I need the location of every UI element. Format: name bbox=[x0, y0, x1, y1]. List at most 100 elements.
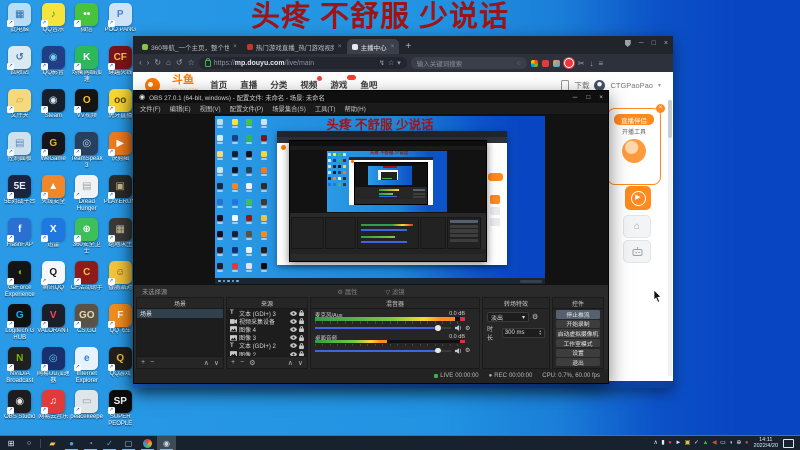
desktop-icon[interactable]: ↺ 回收站 bbox=[3, 46, 37, 89]
windows-grid-icon[interactable] bbox=[530, 59, 538, 67]
taskbar-search-icon[interactable]: ○ bbox=[20, 436, 38, 450]
desktop-icon[interactable]: GO CS:GO bbox=[70, 304, 104, 347]
remove-source-button[interactable]: − bbox=[240, 359, 244, 366]
window-maximize-button[interactable]: □ bbox=[652, 40, 656, 47]
tray-icon[interactable]: ⊕ bbox=[736, 440, 741, 446]
desktop-icon[interactable]: G Logitech G HUB bbox=[3, 304, 37, 347]
quick-access-icon[interactable]: ↯ bbox=[379, 59, 385, 67]
visibility-icon[interactable] bbox=[290, 310, 297, 316]
desktop-icon[interactable]: ⊕ 360安全卫士 bbox=[70, 218, 104, 261]
username[interactable]: CTGPaoPao bbox=[610, 81, 653, 90]
desktop-icon[interactable]: ◉ Steam bbox=[37, 89, 71, 132]
home-icon[interactable]: ⌂ bbox=[166, 59, 171, 67]
avatar[interactable] bbox=[594, 79, 606, 91]
douyu-logo-text[interactable]: 斗鱼 bbox=[172, 75, 198, 86]
taskbar-app-icon[interactable]: ✓ bbox=[100, 436, 119, 450]
scene-down-button[interactable]: ∨ bbox=[214, 359, 219, 367]
control-button[interactable]: 停止推流 bbox=[556, 310, 600, 319]
page-scrollbar[interactable] bbox=[668, 100, 672, 376]
desktop-icon[interactable]: ▤ Dread Hunger bbox=[70, 175, 104, 218]
desktop-icon[interactable]: ▦ 绝地求生 bbox=[104, 218, 138, 261]
download-phone-icon[interactable] bbox=[561, 79, 570, 91]
desktop-icon[interactable]: ☺ 香肠派对 bbox=[104, 261, 138, 304]
tray-icon[interactable]: ● bbox=[745, 440, 749, 446]
desktop-icon[interactable]: ▦ 此电脑 bbox=[3, 3, 37, 46]
go-live-button[interactable]: ▶ bbox=[625, 186, 651, 210]
desktop-icon[interactable]: ♫ 网易云音乐 bbox=[37, 390, 71, 433]
desktop-icon[interactable]: K 均衡网络加速 bbox=[70, 46, 104, 89]
source-properties-button[interactable]: ⚙ bbox=[249, 359, 255, 367]
desktop-icon[interactable]: ◉ OBS Studio bbox=[3, 390, 37, 433]
obs-minimize-button[interactable]: ─ bbox=[573, 94, 578, 101]
desktop-icon[interactable]: C CF活动助手 bbox=[70, 261, 104, 304]
desktop-icon[interactable]: SP SUPER PEOPLE bbox=[104, 390, 138, 433]
remove-scene-button[interactable]: − bbox=[150, 359, 154, 366]
screenshot-icon[interactable]: ✂ bbox=[578, 59, 585, 68]
filters-button[interactable]: ▽ 滤镜 bbox=[385, 287, 404, 296]
visibility-icon[interactable] bbox=[290, 335, 297, 340]
favorite-icon[interactable]: ☆ bbox=[188, 59, 195, 67]
desktop-icon[interactable]: f FlashFXP bbox=[3, 218, 37, 261]
obs-maximize-button[interactable]: □ bbox=[586, 94, 590, 101]
add-source-button[interactable]: + bbox=[231, 359, 235, 366]
tray-icon[interactable]: ◖ bbox=[729, 440, 733, 446]
taskbar-app-icon[interactable]: ▰ bbox=[43, 436, 62, 450]
refresh-icon[interactable]: ↻ bbox=[154, 59, 161, 67]
taskbar-app-icon[interactable]: ▢ bbox=[119, 436, 138, 450]
desktop-icon[interactable]: F QQ飞车 bbox=[104, 304, 138, 347]
start-button[interactable]: ⊞ bbox=[2, 436, 20, 450]
scrollbar-thumb[interactable] bbox=[668, 100, 672, 138]
desktop-icon[interactable]: ▭ peacekeeper bbox=[70, 390, 104, 433]
taskbar-clock[interactable]: 14:11 2022/4/20 bbox=[754, 437, 778, 450]
streamer-companion-promo-card[interactable]: × 直播伴侣 开播工具 bbox=[607, 104, 665, 185]
channel-gear-icon[interactable]: ⚙ bbox=[465, 347, 470, 354]
desktop-icon[interactable]: ▤ 控制面板 bbox=[3, 132, 37, 175]
undo-icon[interactable]: ↺ bbox=[176, 59, 183, 67]
desktop-icon[interactable]: CF 穿越火线 bbox=[104, 46, 138, 89]
promo-close-icon[interactable]: × bbox=[656, 104, 665, 113]
menu-item[interactable]: 场景集合(S) bbox=[272, 104, 306, 113]
menu-item[interactable]: 帮助(H) bbox=[344, 104, 365, 113]
desktop-icon[interactable]: ▶ 快剪辑 bbox=[104, 132, 138, 175]
download-link[interactable]: 下载 bbox=[574, 80, 589, 91]
desktop-icon[interactable]: •• 微信 bbox=[70, 3, 104, 46]
tray-icon[interactable]: ∧ bbox=[654, 440, 658, 446]
bookmark-icon[interactable]: ☆ bbox=[388, 59, 394, 67]
duration-input[interactable]: 300 ms ▲ ▼ bbox=[501, 328, 545, 338]
taskbar-app-icon[interactable]: ◉ bbox=[157, 435, 176, 450]
lock-icon[interactable] bbox=[299, 334, 304, 341]
desktop-icon[interactable]: O VV视频 bbox=[70, 89, 104, 132]
speaker-icon[interactable] bbox=[455, 325, 462, 331]
desktop-icon[interactable]: ◎ TeamSpeak 3 bbox=[70, 132, 104, 175]
control-button[interactable]: 开始录制 bbox=[556, 319, 600, 329]
transition-gear-icon[interactable]: ⚙ bbox=[532, 313, 538, 321]
forward-icon[interactable]: › bbox=[147, 59, 150, 67]
desktop-icon[interactable]: ▣ PLAYERUNKNOWN'S bbox=[104, 175, 138, 218]
volume-slider[interactable] bbox=[315, 325, 451, 331]
obs-title-bar[interactable]: ◉ OBS 27.0.1 (64-bit, windows) - 配置文件: 未… bbox=[134, 91, 608, 103]
control-button[interactable]: 启动虚拟摄像机 bbox=[556, 329, 600, 338]
scene-up-button[interactable]: ∧ bbox=[204, 359, 209, 367]
speaker-icon[interactable] bbox=[455, 347, 462, 354]
visibility-icon[interactable] bbox=[290, 343, 297, 349]
desktop-icon[interactable]: V VALORANT bbox=[37, 304, 71, 347]
window-minimize-button[interactable]: ─ bbox=[639, 40, 644, 47]
tray-icon[interactable]: ● bbox=[668, 440, 672, 446]
browser-tab[interactable]: 主播中心 × bbox=[346, 39, 400, 54]
tab-close-icon[interactable]: × bbox=[338, 43, 342, 50]
tray-icon[interactable]: ▲ bbox=[703, 440, 709, 446]
lock-icon[interactable] bbox=[299, 318, 304, 325]
desktop-icon[interactable]: Q 腾讯QQ bbox=[37, 261, 71, 304]
address-bar[interactable]: https://mp.douyu.com/live/main ↯ ☆ ▾ bbox=[198, 57, 407, 69]
home-button[interactable]: ⌂ bbox=[623, 215, 651, 238]
obs-preview-area[interactable]: 头疼 不舒服 少说话 头疼 不舒服 少说话 bbox=[134, 115, 608, 285]
transition-select[interactable]: 淡出 ▾ bbox=[487, 312, 529, 322]
desktop-icon[interactable]: oo 虎牙直播 bbox=[104, 89, 138, 132]
menu-item[interactable]: 文件(F) bbox=[140, 104, 161, 113]
tab-close-icon[interactable]: × bbox=[391, 43, 395, 50]
browser-tab[interactable]: 360导航_一个主页，整个世界 × bbox=[137, 39, 242, 54]
search-input[interactable]: 输入关键词搜索 ○ bbox=[410, 57, 527, 69]
control-button[interactable]: 设置 bbox=[556, 348, 600, 357]
browser-tab-bar[interactable]: 360导航_一个主页，整个世界 × 热门游戏直播_热门游戏视频 × 主播中心 × + ─ … bbox=[133, 36, 673, 54]
desktop-icon[interactable]: N NVIDIA Broadcast bbox=[3, 347, 37, 390]
